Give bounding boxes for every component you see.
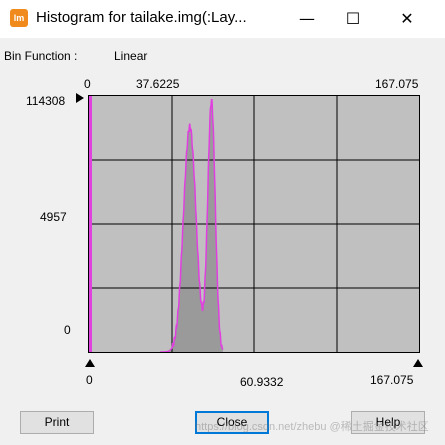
top-axis-mid-label: 37.6225 [136, 77, 180, 91]
title-bar[interactable]: lm Histogram for tailake.img(:Lay... — ☐… [0, 0, 445, 38]
y-axis-top-label: 114308 [26, 94, 66, 108]
bottom-axis-right-label: 167.075 [370, 373, 414, 387]
grid-lines [89, 96, 419, 352]
max-range-marker-icon[interactable] [413, 359, 423, 367]
print-button[interactable]: Print [20, 411, 94, 434]
bottom-axis-mid-label: 60.9332 [240, 375, 284, 389]
min-range-marker-icon[interactable] [85, 359, 95, 367]
top-axis-left-label: 0 [84, 77, 91, 91]
maximize-button[interactable]: ☐ [330, 0, 376, 38]
minimize-button[interactable]: — [284, 0, 330, 38]
close-window-button[interactable]: ✕ [384, 0, 430, 38]
bin-function-label: Bin Function : [4, 49, 78, 63]
watermark: https://blog.csdn.net/zhebu @稀土掘金技术社区 [195, 421, 429, 433]
histogram-plot[interactable] [88, 95, 420, 353]
histogram-svg [89, 96, 419, 352]
y-max-marker-icon[interactable] [76, 93, 84, 103]
y-axis-bottom-label: 0 [64, 323, 71, 337]
y-axis-mid-label: 4957 [40, 210, 67, 224]
bin-function-value: Linear [114, 49, 148, 63]
zero-spike [89, 96, 92, 352]
bottom-axis-left-label: 0 [86, 373, 93, 387]
app-icon: lm [10, 9, 28, 27]
top-axis-right-label: 167.075 [375, 77, 419, 91]
histogram-window: lm Histogram for tailake.img(:Lay... — ☐… [0, 0, 445, 445]
window-title: Histogram for tailake.img(:Lay... [36, 9, 247, 26]
